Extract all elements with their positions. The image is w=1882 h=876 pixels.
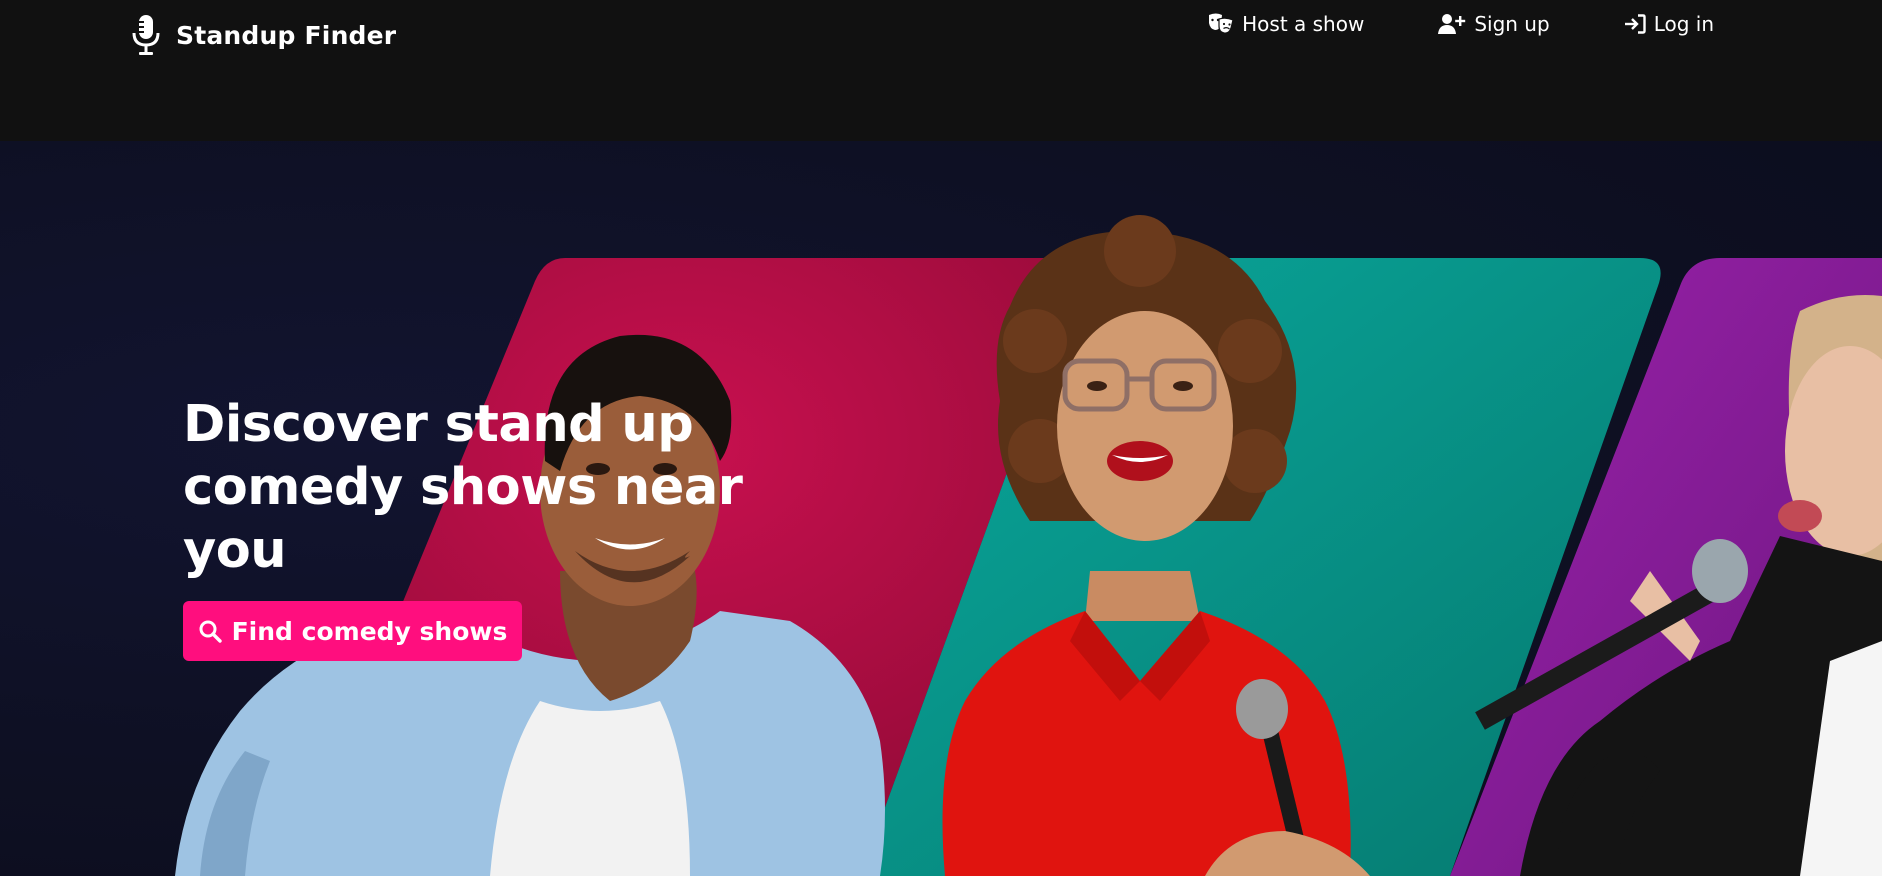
sign-up-label: Sign up: [1474, 12, 1550, 36]
brand-name: Standup Finder: [176, 20, 397, 50]
search-icon: [199, 620, 222, 643]
sign-in-icon: [1624, 14, 1646, 34]
microphone-icon: [132, 15, 160, 55]
hero-title: Discover stand up comedy shows near you: [183, 395, 743, 580]
log-in-label: Log in: [1653, 12, 1714, 36]
log-in-link[interactable]: Log in: [1624, 12, 1714, 36]
user-plus-icon: [1438, 14, 1466, 34]
sign-up-link[interactable]: Sign up: [1438, 12, 1550, 36]
find-comedy-shows-label: Find comedy shows: [231, 616, 508, 646]
brand-link[interactable]: Standup Finder: [130, 14, 396, 56]
hero-section: Discover stand up comedy shows near you …: [0, 141, 1882, 876]
host-show-label: Host a show: [1242, 12, 1365, 36]
nav-links: Host a show Sign up Log in: [1208, 12, 1714, 36]
find-comedy-shows-button[interactable]: Find comedy shows: [183, 601, 522, 661]
navbar: Standup Finder Host a show Sign up Log i…: [0, 0, 1882, 141]
host-show-link[interactable]: Host a show: [1208, 12, 1364, 36]
theater-masks-icon: [1209, 13, 1234, 34]
